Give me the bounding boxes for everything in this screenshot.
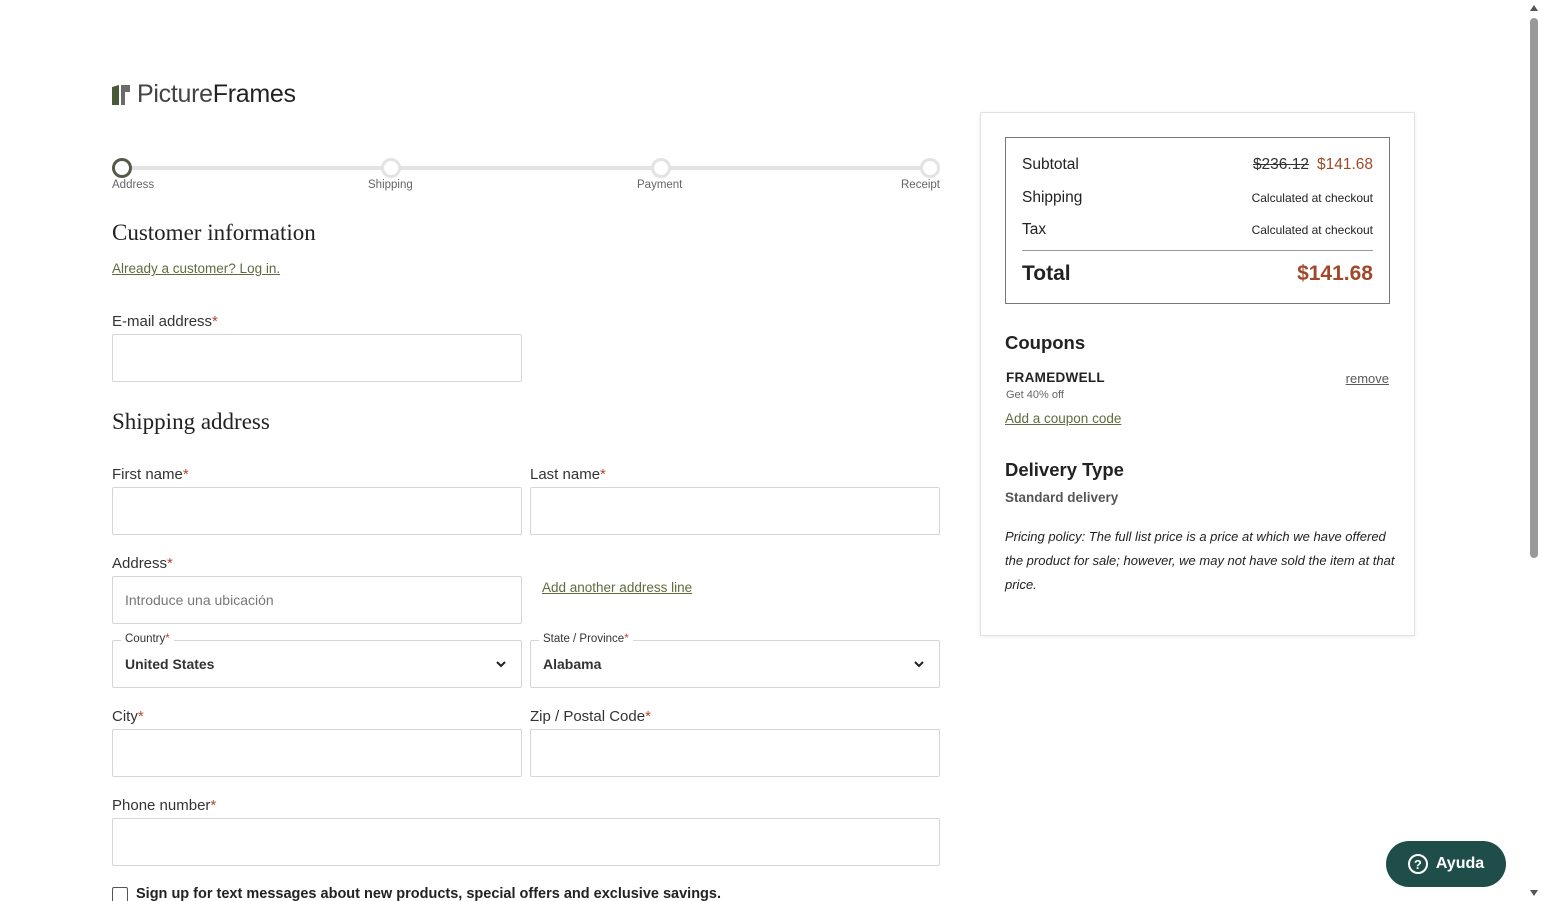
scroll-down-arrow-icon[interactable]: [1530, 890, 1538, 896]
shipping-address-heading: Shipping address: [112, 409, 270, 434]
city-label: City*: [112, 708, 144, 725]
state-label: State / Province*: [539, 633, 633, 645]
subtotal-discounted-price: $141.68: [1316, 156, 1373, 173]
frame-logo-icon: [112, 84, 130, 105]
brand-logo[interactable]: PictureFrames: [111, 80, 296, 109]
chevron-down-icon: [914, 661, 924, 668]
phone-label: Phone number*: [112, 797, 217, 814]
sms-opt-in-label: Sign up for text messages about new prod…: [136, 886, 722, 901]
page-scrollbar[interactable]: [1527, 0, 1541, 901]
scroll-thumb[interactable]: [1530, 18, 1538, 558]
step-label-receipt: Receipt: [901, 179, 940, 191]
last-name-field[interactable]: [530, 487, 940, 535]
scroll-up-arrow-icon[interactable]: [1530, 5, 1538, 11]
question-icon: ?: [1407, 854, 1428, 874]
coupons-heading: Coupons: [1005, 332, 1086, 353]
step-dot-shipping: [381, 158, 401, 178]
step-label-shipping: Shipping: [368, 179, 413, 191]
step-label-payment: Payment: [637, 179, 683, 191]
state-value: Alabama: [543, 656, 602, 672]
help-label: Ayuda: [1435, 855, 1485, 872]
customer-info-heading: Customer information: [112, 220, 316, 245]
order-summary-card: Subtotal $236.12 $141.68 Shipping Calcula…: [980, 112, 1415, 636]
sms-opt-in-checkbox[interactable]: [112, 887, 128, 901]
brand-name: PictureFrames: [137, 80, 296, 108]
tax-value: Calculated at checkout: [1251, 223, 1373, 237]
shipping-cost-label: Shipping: [1022, 189, 1083, 206]
total-price: $141.68: [1297, 262, 1373, 285]
checkout-stepper: Address Shipping Payment Receipt: [112, 158, 940, 198]
coupon-code: FRAMEDWELL: [1006, 370, 1105, 385]
shipping-cost-value: Calculated at checkout: [1251, 191, 1373, 205]
subtotal-prices: $236.12 $141.68: [1253, 156, 1373, 174]
tax-label: Tax: [1022, 221, 1047, 238]
checkout-page: PictureFrames Address Shipping Payment R…: [0, 0, 1541, 901]
subtotal-label: Subtotal: [1022, 156, 1079, 173]
step-dot-receipt: [920, 158, 940, 178]
step-dot-address: [112, 158, 132, 178]
email-field[interactable]: [112, 334, 522, 382]
total-row: Total $141.68: [1022, 262, 1373, 286]
country-value: United States: [125, 656, 215, 672]
subtotal-row: Subtotal $236.12 $141.68: [1022, 156, 1373, 174]
shipping-row: Shipping Calculated at checkout: [1022, 189, 1373, 207]
stepper-track: [122, 166, 930, 170]
step-dot-payment: [651, 158, 671, 178]
chevron-down-icon: [496, 661, 506, 668]
address-field[interactable]: [112, 576, 522, 624]
country-label: Country*: [121, 633, 174, 645]
address-label: Address*: [112, 555, 173, 572]
totals-box: Subtotal $236.12 $141.68 Shipping Calcula…: [1005, 137, 1390, 304]
first-name-label: First name*: [112, 466, 189, 483]
step-label-address: Address: [112, 179, 155, 191]
delivery-type-heading: Delivery Type: [1005, 459, 1124, 480]
zip-field[interactable]: [530, 729, 940, 777]
coupon-description: Get 40% off: [1006, 389, 1064, 401]
city-field[interactable]: [112, 729, 522, 777]
total-label: Total: [1022, 262, 1071, 285]
phone-field[interactable]: [112, 818, 940, 866]
zip-label: Zip / Postal Code*: [530, 708, 651, 725]
add-address-line-link[interactable]: Add another address line: [542, 580, 692, 595]
pricing-policy-text: Pricing policy: The full list price is a…: [1005, 529, 1395, 592]
remove-coupon-link[interactable]: remove: [1346, 371, 1389, 386]
login-link[interactable]: Already a customer? Log in.: [112, 261, 280, 276]
add-coupon-link[interactable]: Add a coupon code: [1005, 411, 1121, 426]
delivery-type-value: Standard delivery: [1005, 490, 1119, 505]
help-button[interactable]: ? Ayuda: [1386, 841, 1506, 887]
email-label: E-mail address*: [112, 313, 218, 330]
state-select[interactable]: State / Province* Alabama: [530, 633, 940, 688]
tax-row: Tax Calculated at checkout: [1022, 221, 1373, 239]
last-name-label: Last name*: [530, 466, 606, 483]
country-select[interactable]: Country* United States: [112, 633, 522, 688]
totals-divider: [1022, 250, 1373, 251]
first-name-field[interactable]: [112, 487, 522, 535]
subtotal-original-price: $236.12: [1252, 156, 1309, 173]
